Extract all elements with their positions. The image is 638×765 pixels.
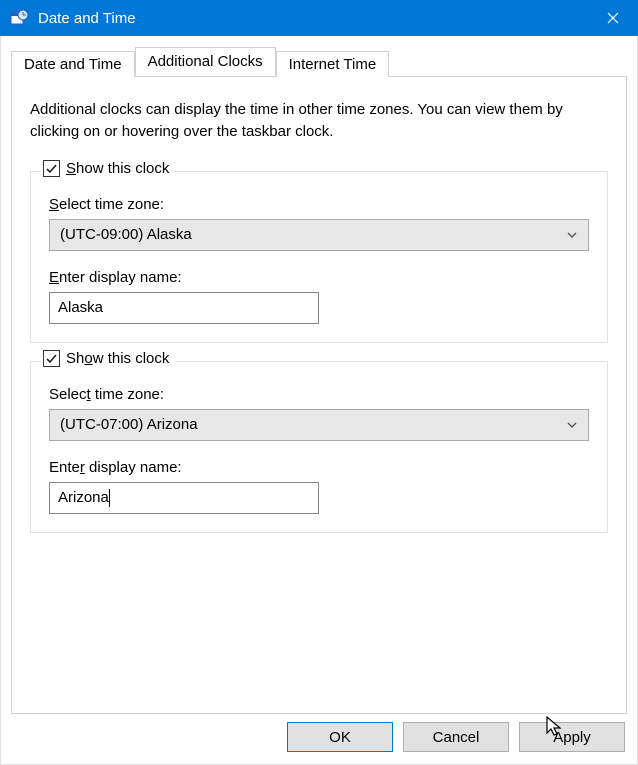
- tab-internet-time[interactable]: Internet Time: [276, 51, 390, 77]
- clock1-group: Show this clock Select time zone: (UTC-0…: [30, 171, 608, 343]
- clock1-tz-label: Select time zone:: [49, 196, 589, 213]
- check-icon: [45, 352, 58, 365]
- tab-additional-clocks[interactable]: Additional Clocks: [135, 47, 276, 76]
- tab-strip: Date and Time Additional Clocks Internet…: [11, 46, 627, 76]
- titlebar: Date and Time: [0, 0, 638, 36]
- tab-panel-additional-clocks: Additional clocks can display the time i…: [11, 76, 627, 714]
- close-icon: [607, 12, 619, 24]
- ok-button[interactable]: OK: [287, 722, 393, 752]
- clock2-tz-select[interactable]: (UTC-07:00) Arizona: [49, 409, 589, 441]
- clock2-name-value: Arizona: [58, 489, 109, 506]
- apply-button[interactable]: Apply: [519, 722, 625, 752]
- clock1-name-label: Enter display name:: [49, 269, 589, 286]
- clock1-show-checkbox[interactable]: [43, 160, 60, 177]
- clock2-tz-value: (UTC-07:00) Arizona: [60, 416, 198, 433]
- text-caret: [109, 489, 110, 507]
- clock2-show-checkbox-row[interactable]: Show this clock: [41, 350, 175, 367]
- clock2-name-label: Enter display name:: [49, 459, 589, 476]
- close-button[interactable]: [588, 0, 638, 36]
- clock2-name-input[interactable]: Arizona: [49, 482, 319, 514]
- window-title: Date and Time: [38, 10, 588, 27]
- clock2-tz-label: Select time zone:: [49, 386, 589, 403]
- clock1-tz-select[interactable]: (UTC-09:00) Alaska: [49, 219, 589, 251]
- clock1-tz-value: (UTC-09:00) Alaska: [60, 226, 192, 243]
- cancel-button[interactable]: Cancel: [403, 722, 509, 752]
- clock1-show-checkbox-row[interactable]: Show this clock: [41, 160, 175, 177]
- clock1-show-label: Show this clock: [66, 160, 169, 177]
- clock1-name-input[interactable]: Alaska: [49, 292, 319, 324]
- chevron-down-icon: [566, 228, 578, 242]
- check-icon: [45, 162, 58, 175]
- client-area: Date and Time Additional Clocks Internet…: [0, 36, 638, 765]
- date-time-icon: [10, 9, 28, 27]
- chevron-down-icon: [566, 418, 578, 432]
- description-text: Additional clocks can display the time i…: [30, 99, 608, 143]
- clock2-show-label: Show this clock: [66, 350, 169, 367]
- clock2-group: Show this clock Select time zone: (UTC-0…: [30, 361, 608, 533]
- clock2-show-checkbox[interactable]: [43, 350, 60, 367]
- tab-date-and-time[interactable]: Date and Time: [11, 51, 135, 77]
- clock1-name-value: Alaska: [58, 299, 103, 316]
- dialog-button-row: OK Cancel Apply: [287, 722, 625, 752]
